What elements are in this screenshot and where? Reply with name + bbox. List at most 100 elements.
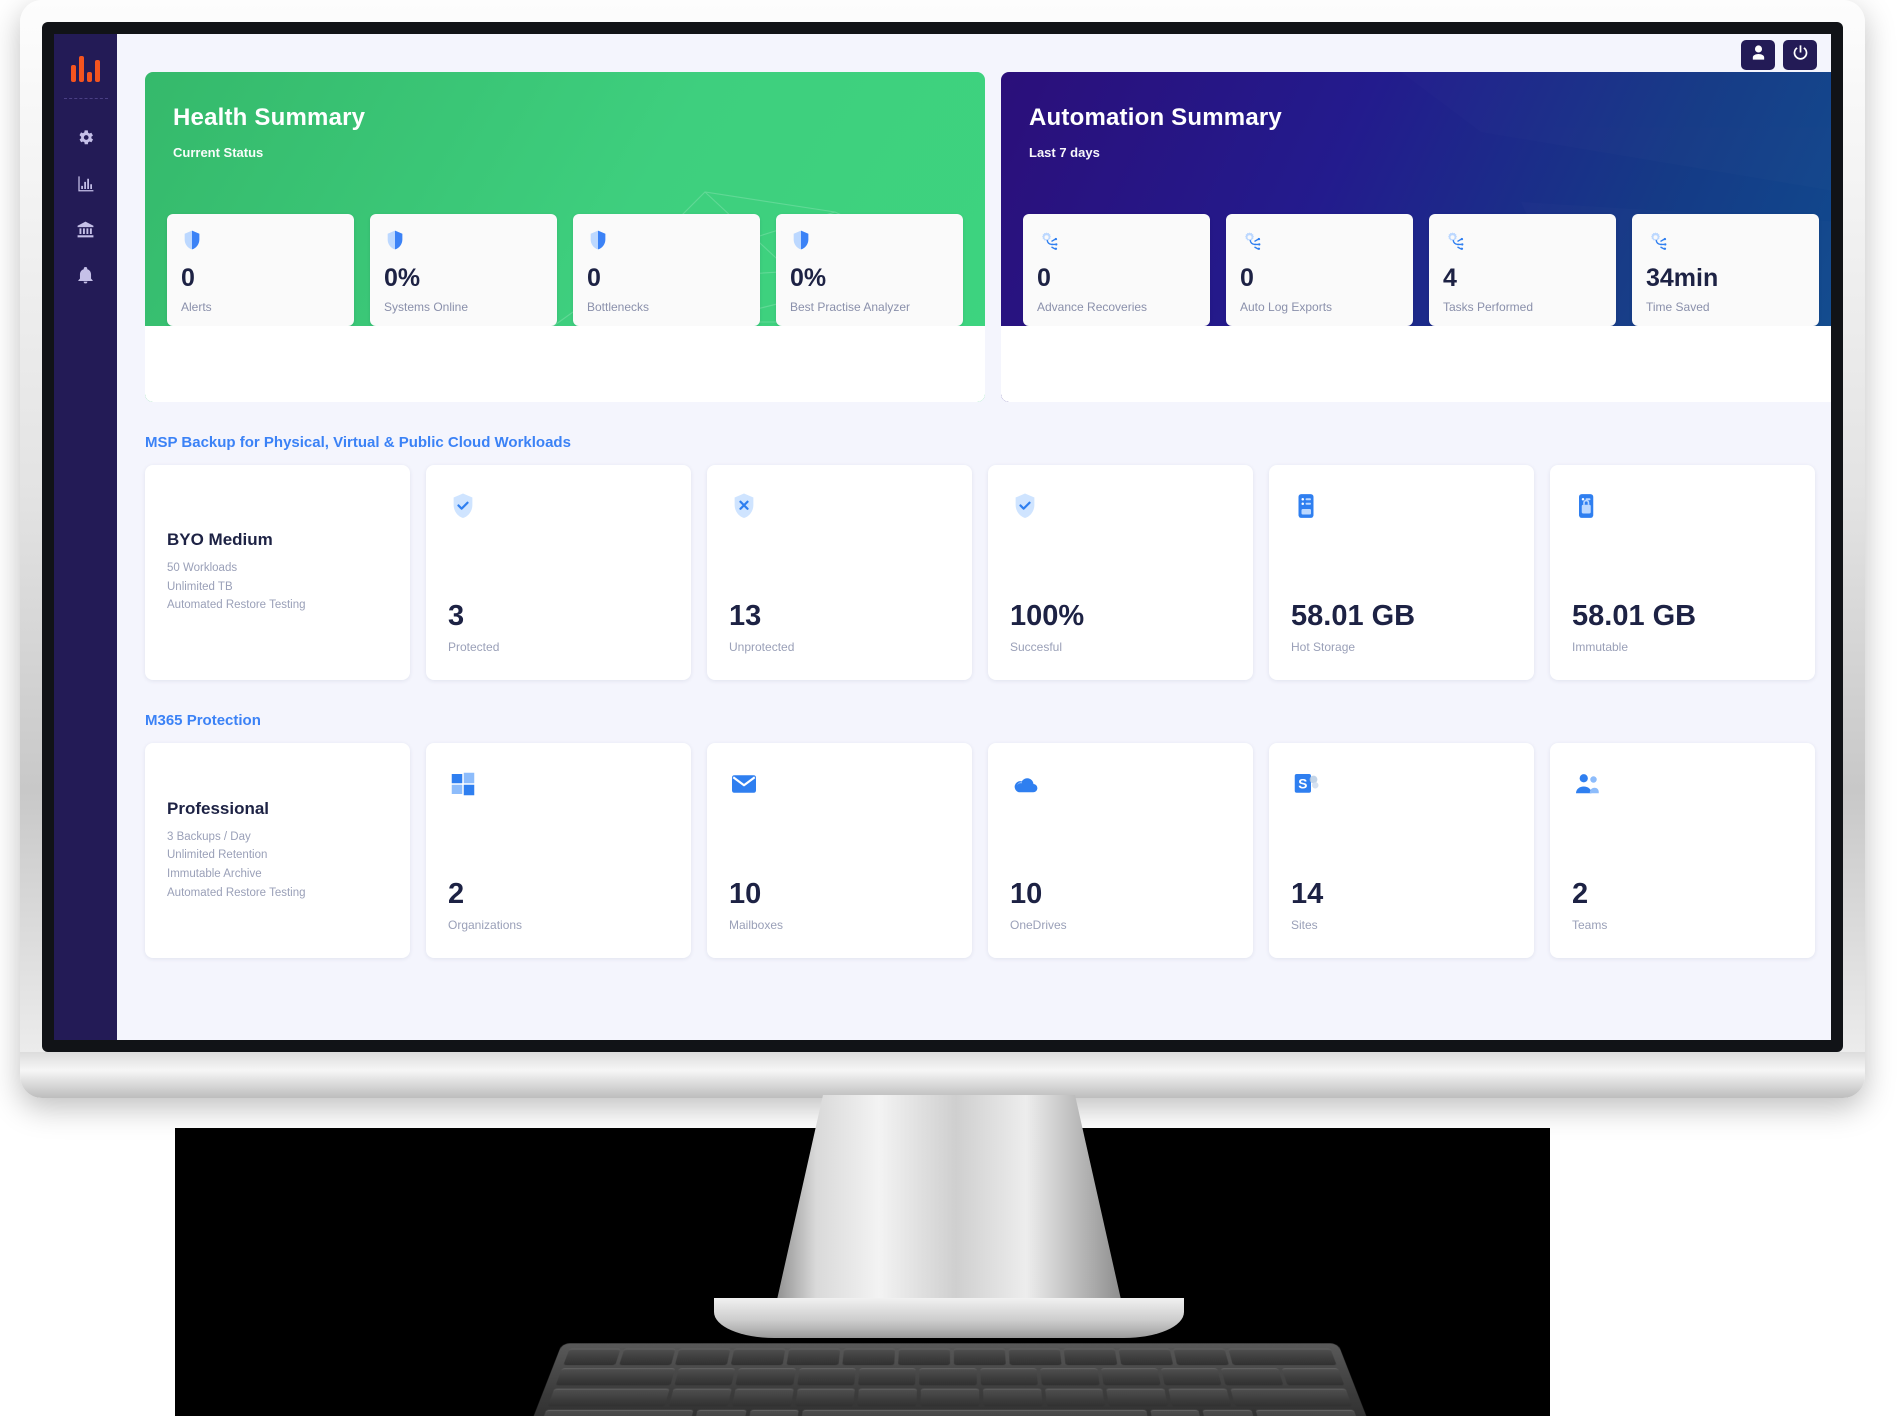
key [746, 1409, 800, 1416]
key [1161, 1368, 1222, 1386]
key [674, 1348, 731, 1366]
automation-gear-icon [1646, 228, 1805, 252]
sidebar-item-settings[interactable] [66, 117, 106, 163]
stat-label: Bottlenecks [587, 300, 650, 314]
key [982, 1388, 1043, 1407]
panel-subtitle: Current Status [173, 145, 264, 160]
stat-card[interactable]: 0% Systems Online [370, 214, 557, 326]
metric-tile[interactable]: 100% Succesful [988, 465, 1253, 680]
stat-card[interactable]: 0 Bottlenecks [573, 214, 760, 326]
stat-card[interactable]: 34min Time Saved [1632, 214, 1819, 326]
metric-value: 100% [1010, 600, 1085, 632]
stat-card[interactable]: 0 Auto Log Exports [1226, 214, 1413, 326]
panel-footer [145, 326, 985, 402]
stat-label: Time Saved [1646, 300, 1710, 314]
key [1118, 1348, 1174, 1366]
key [539, 1409, 694, 1416]
key [794, 1388, 856, 1407]
key [735, 1368, 796, 1386]
svg-text:S: S [1298, 776, 1307, 791]
metric-tile[interactable]: 58.01 GB Hot Storage [1269, 465, 1534, 680]
stat-value: 0% [384, 263, 421, 292]
gear-icon [76, 128, 95, 152]
key [1173, 1348, 1229, 1366]
key [1255, 1409, 1361, 1416]
sidebar-item-alerts[interactable] [66, 255, 106, 301]
key [1063, 1348, 1118, 1366]
stat-card[interactable]: 0 Alerts [167, 214, 354, 326]
metric-tile[interactable]: S 14 Sites [1269, 743, 1534, 958]
dashboard-content: Health Summary Current Status 0 Alerts 0… [117, 34, 1831, 1040]
metric-value: 58.01 GB [1572, 600, 1697, 632]
stat-label: Advance Recoveries [1037, 300, 1148, 314]
key [1221, 1368, 1284, 1386]
automation-gear-icon [1037, 228, 1196, 252]
m365-plan-card[interactable]: Professional 3 Backups / Day Unlimited R… [145, 743, 410, 958]
plan-feature: 3 Backups / Day [167, 830, 251, 843]
stat-value: 0 [1037, 263, 1051, 292]
stat-label: Auto Log Exports [1240, 300, 1333, 314]
key [857, 1388, 918, 1407]
bank-icon [76, 220, 95, 244]
monitor-screen-housing: Health Summary Current Status 0 Alerts 0… [42, 22, 1843, 1052]
sidebar-divider [63, 98, 108, 99]
teams-icon [1572, 769, 1793, 803]
metric-label: Organizations [448, 918, 523, 932]
monitor-stand-neck [774, 1095, 1124, 1313]
health-summary-panel: Health Summary Current Status 0 Alerts 0… [145, 72, 985, 402]
metric-tile[interactable]: 2 Organizations [426, 743, 691, 958]
metric-value: 14 [1291, 878, 1324, 910]
automation-stat-strip: 0 Advance Recoveries 0 Auto Log Exports [1023, 214, 1819, 326]
key [842, 1348, 896, 1366]
panel-subtitle: Last 7 days [1029, 145, 1100, 160]
key [732, 1388, 794, 1407]
key [1100, 1368, 1161, 1386]
key [674, 1368, 736, 1386]
metric-tile[interactable]: 58.01 GB Immutable [1550, 465, 1815, 680]
key [1040, 1368, 1100, 1386]
key [1149, 1409, 1204, 1416]
m365-card-row: Professional 3 Backups / Day Unlimited R… [145, 743, 1831, 958]
monitor-scene: Health Summary Current Status 0 Alerts 0… [0, 0, 1898, 1416]
sidebar-item-billing[interactable] [66, 209, 106, 255]
windows-icon [448, 769, 669, 803]
plan-feature: 50 Workloads [167, 562, 238, 575]
metric-value: 10 [1010, 878, 1043, 910]
metric-value: 58.01 GB [1291, 600, 1416, 632]
metric-tile[interactable]: 2 Teams [1550, 743, 1815, 958]
stat-value: 0 [1240, 263, 1254, 292]
msp-plan-card[interactable]: BYO Medium 50 Workloads Unlimited TB Aut… [145, 465, 410, 680]
stat-value: 0 [587, 263, 601, 292]
metric-tile[interactable]: 10 OneDrives [988, 743, 1253, 958]
stat-card[interactable]: 0 Advance Recoveries [1023, 214, 1210, 326]
metric-tile[interactable]: 13 Unprotected [707, 465, 972, 680]
key [547, 1388, 670, 1407]
metric-value: 10 [729, 878, 762, 910]
account-button[interactable] [1741, 40, 1775, 70]
keyboard-row [539, 1409, 1361, 1416]
metric-label: Protected [448, 640, 500, 654]
key [1230, 1388, 1353, 1407]
key [920, 1388, 980, 1407]
metric-label: Sites [1291, 918, 1318, 932]
sidebar-item-reports[interactable] [66, 163, 106, 209]
plan-name: BYO Medium [167, 530, 273, 550]
key [858, 1368, 916, 1386]
automation-gear-icon [1443, 228, 1602, 252]
power-button[interactable] [1783, 40, 1817, 70]
keyboard-row [563, 1348, 1337, 1366]
summary-row: Health Summary Current Status 0 Alerts 0… [145, 72, 1831, 402]
metric-value: 13 [729, 600, 762, 632]
metric-tile[interactable]: 3 Protected [426, 465, 691, 680]
stat-card[interactable]: 4 Tasks Performed [1429, 214, 1616, 326]
sidebar [54, 34, 117, 1040]
server-lock-icon [1572, 491, 1793, 525]
stat-card[interactable]: 0% Best Practise Analyzer [776, 214, 963, 326]
shield-x-icon [729, 491, 950, 525]
shield-icon [181, 228, 340, 252]
stat-label: Systems Online [384, 300, 469, 314]
metric-label: Unprotected [729, 640, 795, 654]
bar-chart-logo[interactable] [71, 52, 100, 82]
stat-label: Best Practise Analyzer [790, 300, 911, 314]
metric-tile[interactable]: 10 Mailboxes [707, 743, 972, 958]
